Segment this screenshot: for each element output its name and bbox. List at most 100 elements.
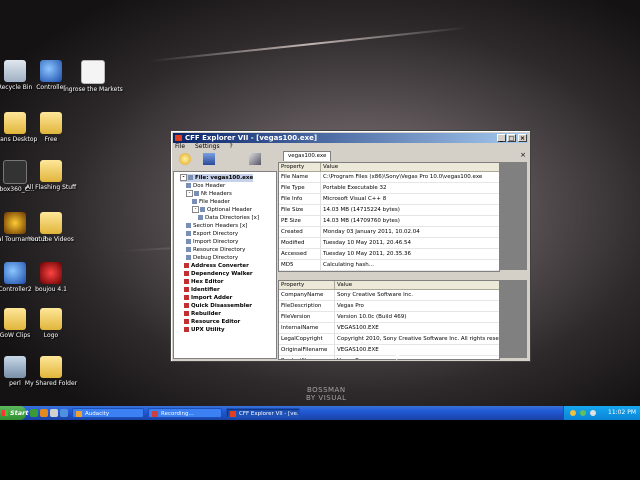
tree-node[interactable]: File Header xyxy=(192,198,230,206)
tree-node[interactable]: Dependency Walker xyxy=(184,270,253,278)
quicklaunch-icon[interactable] xyxy=(30,409,38,417)
tray-icon[interactable] xyxy=(570,410,576,416)
watermark-line2: BY VISUAL xyxy=(306,394,347,402)
windows-icon[interactable] xyxy=(249,153,261,165)
volume-icon[interactable] xyxy=(590,410,596,416)
tree-node-label: Data Directories [x] xyxy=(205,215,260,221)
taskbar: Start Audacity Recording... CFF Explorer V… xyxy=(0,406,640,420)
maximize-button[interactable]: □ xyxy=(507,134,516,142)
table-row[interactable]: CompanyName Sony Creative Software Inc. xyxy=(279,290,499,301)
open-file-icon[interactable] xyxy=(179,153,191,165)
property-value: Version 10.0c (Build 469) xyxy=(337,314,407,320)
menu-help[interactable]: ? xyxy=(230,143,233,150)
tree-expander-icon[interactable]: - xyxy=(180,174,187,181)
table-row[interactable]: File Info Microsoft Visual C++ 8 xyxy=(279,194,499,205)
tab-vegas100[interactable]: vegas100.exe xyxy=(283,151,332,161)
header-icon xyxy=(186,183,191,188)
start-button[interactable]: Start xyxy=(0,406,29,420)
menu-settings[interactable]: Settings xyxy=(195,143,220,150)
table-row[interactable]: Accessed Tuesday 10 May 2011, 20.35.36 xyxy=(279,249,499,260)
desktop-icon[interactable]: My Shared Folder xyxy=(16,356,86,387)
close-button[interactable]: × xyxy=(518,134,527,142)
tree-node[interactable]: Data Directories [x] xyxy=(198,214,259,222)
tree-node[interactable]: Hex Editor xyxy=(184,278,224,286)
table-row[interactable]: FileDescription Vegas Pro xyxy=(279,301,499,312)
property-name: Created xyxy=(279,227,321,237)
table-row[interactable]: InternalName VEGAS100.EXE xyxy=(279,323,499,334)
table-row[interactable]: PE Size 14.03 MB (14709760 bytes) xyxy=(279,216,499,227)
property-value: Calculating hash... xyxy=(321,271,499,272)
tree-node[interactable]: Import Adder xyxy=(184,294,232,302)
property-name: CompanyName xyxy=(279,290,335,300)
header-icon xyxy=(194,191,199,196)
grid-header: Property Value xyxy=(279,281,499,290)
table-row[interactable]: LegalCopyright Copyright 2010, Sony Creat… xyxy=(279,334,499,345)
quicklaunch-icon[interactable] xyxy=(60,409,68,417)
tree-node-label: Resource Editor xyxy=(191,319,241,325)
table-row[interactable]: File Type Portable Executable 32 xyxy=(279,183,499,194)
table-row[interactable]: File Name C:\Program Files (x86)\Sony\Veg… xyxy=(279,172,499,183)
desktop-icon[interactable]: Youtube Videos xyxy=(16,212,86,243)
column-header-property[interactable]: Property xyxy=(279,281,335,289)
tree-node[interactable]: Address Converter xyxy=(184,262,249,270)
table-row[interactable]: SHA-1Calculating hash... xyxy=(279,271,499,272)
table-row[interactable]: FileVersion Version 10.0c (Build 469) xyxy=(279,312,499,323)
tree-node[interactable]: - Optional Header xyxy=(192,206,252,214)
menu-file[interactable]: File xyxy=(175,143,185,150)
tree-expander-icon[interactable]: - xyxy=(186,190,193,197)
tree-node[interactable]: Debug Directory xyxy=(186,254,238,262)
header-icon xyxy=(186,255,191,260)
desktop-icon[interactable]: boujou 4.1 xyxy=(16,262,86,293)
tree-node[interactable]: Export Directory xyxy=(186,230,238,238)
column-header-property[interactable]: Property xyxy=(279,163,321,171)
table-row[interactable]: File Size 14.03 MB (14715224 bytes) xyxy=(279,205,499,216)
tree-node[interactable]: Section Headers [x] xyxy=(186,222,247,230)
tool-icon xyxy=(184,327,189,332)
column-header-value[interactable]: Value xyxy=(335,281,499,289)
menu-bar: File Settings ? xyxy=(171,143,530,151)
header-icon xyxy=(186,231,191,236)
desktop-icon[interactable]: All Flashing Stuff xyxy=(16,160,86,191)
wallpaper-streak xyxy=(149,26,469,62)
property-name: FileDescription xyxy=(279,301,335,311)
property-value: C:\Program Files (x86)\Sony\Vegas Pro 10… xyxy=(323,174,483,180)
clock[interactable]: 11:02 PM xyxy=(608,406,636,420)
table-row[interactable]: ProductNameVegas Pro xyxy=(279,356,499,359)
taskbar-button[interactable]: CFF Explorer VII - [ve... xyxy=(226,408,300,418)
minimize-button[interactable]: _ xyxy=(497,134,506,142)
quicklaunch-icon[interactable] xyxy=(50,409,58,417)
tree-node[interactable]: - File: vegas100.exe xyxy=(180,174,254,182)
table-row[interactable]: Created Monday 03 January 2011, 10.02.04 xyxy=(279,227,499,238)
window-titlebar[interactable]: CFF Explorer VII - [vegas100.exe] _ □ × xyxy=(173,133,528,143)
column-header-value[interactable]: Value xyxy=(321,163,499,171)
tray-icon[interactable] xyxy=(580,410,586,416)
tree-expander-icon[interactable]: - xyxy=(192,206,199,213)
tree-node[interactable]: - Nt Headers xyxy=(186,190,232,198)
taskbar-button[interactable]: Audacity xyxy=(72,408,144,418)
desktop-icon[interactable]: Logo xyxy=(16,308,86,339)
tool-icon xyxy=(184,287,189,292)
tree-node[interactable]: Resource Directory xyxy=(186,246,245,254)
quicklaunch-icon[interactable] xyxy=(40,409,48,417)
navigation-tree[interactable]: - File: vegas100.exe Dos Header - Nt Headers… xyxy=(173,171,277,359)
tree-node[interactable]: Import Directory xyxy=(186,238,238,246)
tree-node-label: Identifier xyxy=(191,287,220,293)
desktop-icon[interactable]: Free xyxy=(16,112,86,143)
cff-explorer-window[interactable]: CFF Explorer VII - [vegas100.exe] _ □ × … xyxy=(170,130,531,362)
tree-node[interactable]: Rebuilder xyxy=(184,310,221,318)
property-name: FileVersion xyxy=(279,312,335,322)
tree-node[interactable]: Resource Editor xyxy=(184,318,240,326)
table-row[interactable]: OriginalFilename VEGAS100.EXE xyxy=(279,345,499,356)
table-row[interactable]: Modified Tuesday 10 May 2011, 20.46.54 xyxy=(279,238,499,249)
taskbar-button[interactable]: Recording... xyxy=(148,408,222,418)
desktop-icon[interactable]: Ingrose the Markets xyxy=(58,60,128,93)
property-name: ProductName xyxy=(279,356,335,359)
table-row[interactable]: MD5 Calculating hash... xyxy=(279,260,499,271)
tree-node-label: Export Directory xyxy=(193,231,239,237)
tree-node[interactable]: UPX Utility xyxy=(184,326,225,334)
tab-close-icon[interactable]: × xyxy=(520,151,526,160)
tree-node[interactable]: Quick Disassembler xyxy=(184,302,252,310)
tree-node[interactable]: Dos Header xyxy=(186,182,225,190)
tree-node[interactable]: Identifier xyxy=(184,286,220,294)
save-file-icon[interactable] xyxy=(203,153,215,165)
